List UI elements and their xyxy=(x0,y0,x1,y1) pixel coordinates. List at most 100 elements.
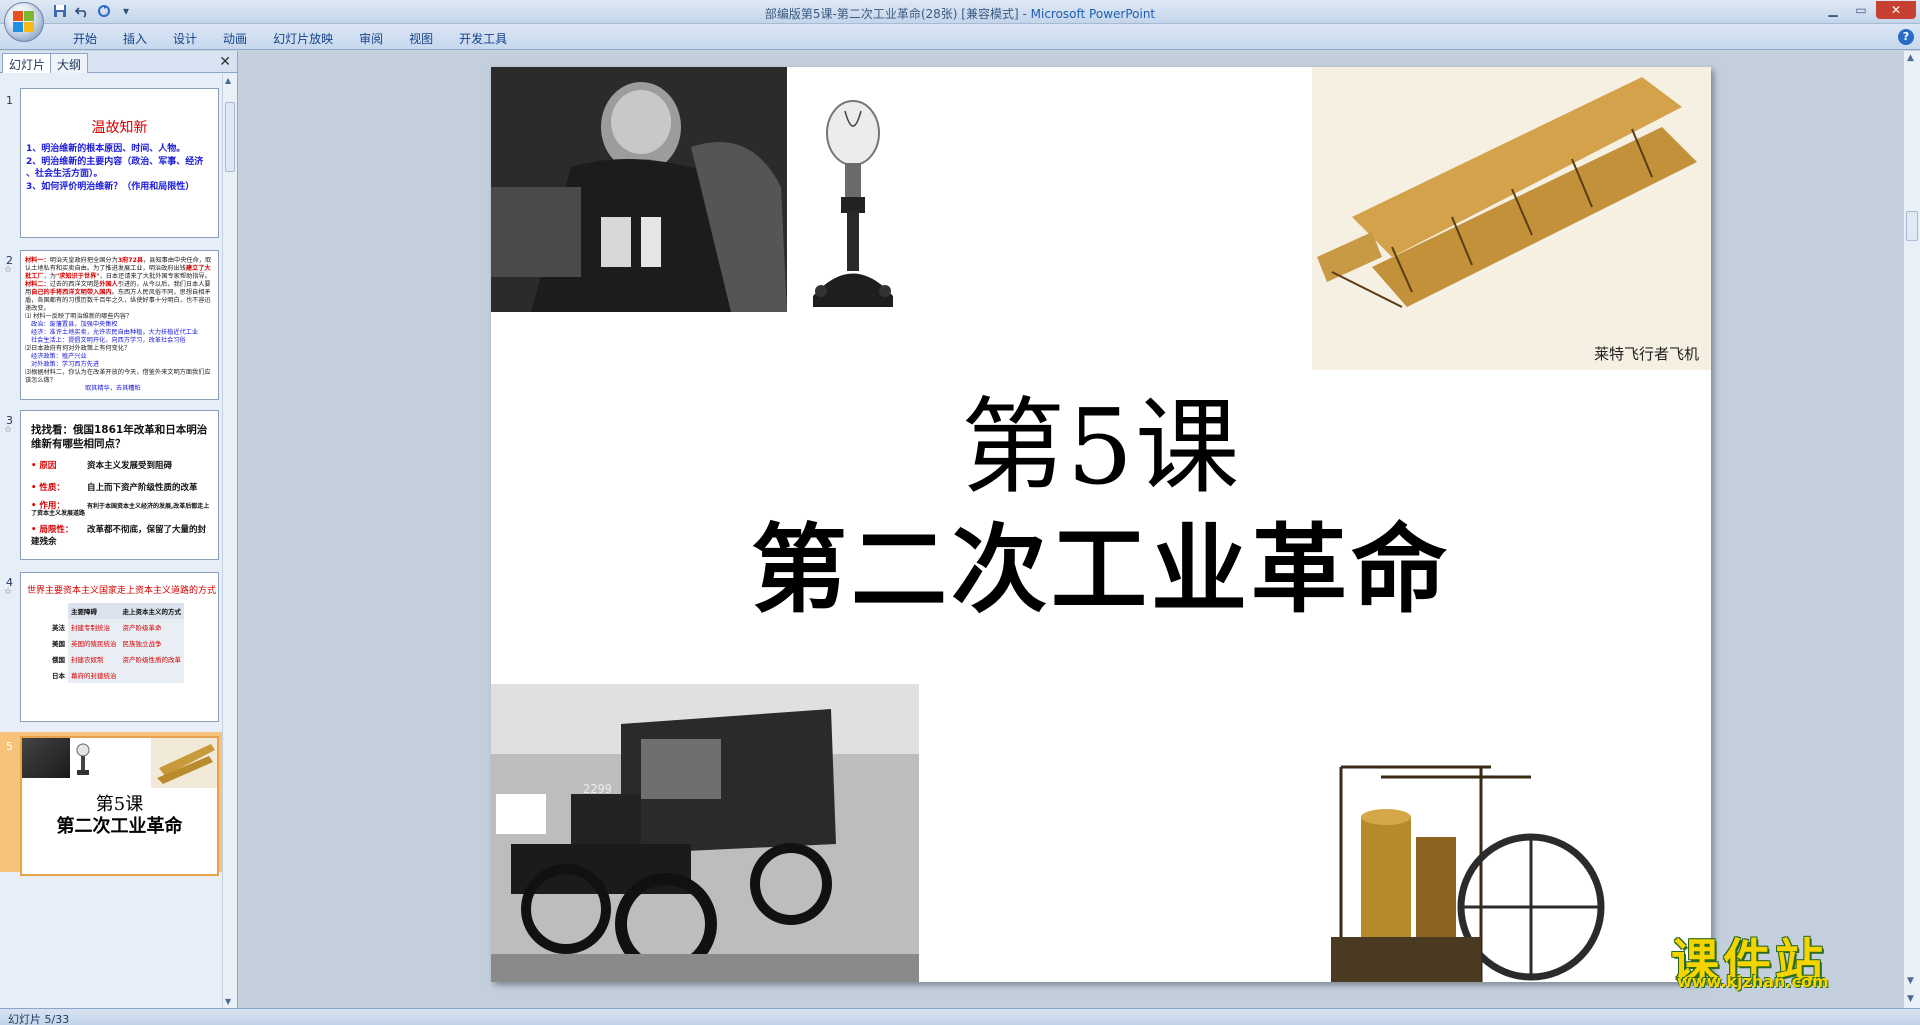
slide-title[interactable]: 第5课 xyxy=(491,362,1711,513)
plane-caption: 莱特飞行者飞机 xyxy=(1593,345,1699,363)
thumb-text-span: 自己的手将西洋文明带入国内 xyxy=(31,289,112,296)
thumb-image-edison xyxy=(22,738,70,778)
slide-thumbnail-4[interactable]: 4 ☆ 世界主要资本主义国家走上资本主义道路的方式 主要障碍 走上资本主义的方式… xyxy=(0,566,222,726)
slide-thumbnails: 1 温故知新 1、明治维新的根本原因、时间、人物。 2、明治维新的主要内容（政治… xyxy=(0,74,222,1008)
status-bar: 幻灯片 5/33 xyxy=(0,1008,1920,1025)
steam-engine-image xyxy=(1321,747,1621,982)
light-bulb-image xyxy=(801,81,901,313)
thumb-text: 材料一：明治天皇政府把全国分为3府72县，县知事由中央任命，取认土地私有和买卖自… xyxy=(25,257,214,393)
thumb-heading: 世界主要资本主义国家走上资本主义道路的方式 xyxy=(27,586,217,596)
tab-design[interactable]: 设计 xyxy=(160,30,210,47)
row-label: • 作用： xyxy=(31,501,65,511)
table-header: 走上资本主义的方式 xyxy=(119,603,184,619)
animation-star-icon: ☆ xyxy=(4,265,13,275)
row-label: • 性质： xyxy=(31,483,65,493)
tab-slides[interactable]: 幻灯片 xyxy=(2,53,53,73)
thumb-text-span: ，为 xyxy=(43,273,56,280)
row-label: 日本 xyxy=(49,667,68,683)
title-bar: ▾ 部编版第5课-第二次工业革命(28张) [兼容模式] - Microsoft… xyxy=(0,0,1920,42)
tab-home[interactable]: 开始 xyxy=(60,30,110,47)
tab-view[interactable]: 视图 xyxy=(396,30,446,47)
thumb-answer: 政治：废藩置县，加强中央集权 xyxy=(31,321,118,328)
table-cell: 幕府的封建统治 xyxy=(68,667,120,683)
thumb-line: 1、明治维新的根本原因、时间、人物。 xyxy=(26,144,186,154)
document-title: 部编版第5课-第二次工业革命(28张) [兼容模式] - xyxy=(764,7,1031,21)
table-corner xyxy=(49,603,68,619)
slide-number: 5 xyxy=(6,740,13,753)
main-scrollbar[interactable]: ▲ ▼ ▼ xyxy=(1903,51,1920,1008)
thumb-line: 3、如何评价明治维新？（作用和局限性） xyxy=(26,182,195,192)
thumb-question: ⑵日本政府有何对外政策上有何变化？ xyxy=(25,345,131,352)
animation-star-icon: ☆ xyxy=(4,425,13,435)
watermark: 课件站 www.kjzhan.com xyxy=(1665,922,1895,991)
thumb-preview: 世界主要资本主义国家走上资本主义道路的方式 主要障碍 走上资本主义的方式 英法 … xyxy=(20,572,219,722)
tab-insert[interactable]: 插入 xyxy=(110,30,160,47)
next-slide-icon[interactable]: ▼ xyxy=(1907,994,1914,1004)
thumb-image-bulb xyxy=(76,743,90,775)
slide-thumbnail-2[interactable]: 2 ☆ 材料一：明治天皇政府把全国分为3府72县，县知事由中央任命，取认土地私有… xyxy=(0,244,222,404)
thumb-text-span: 明治天皇政府把全国分为 xyxy=(49,257,118,264)
table-cell: 封建专制统治 xyxy=(68,619,120,635)
minimize-icon[interactable]: ▁ xyxy=(1820,1,1846,19)
slide-counter: 幻灯片 5/33 xyxy=(8,1013,70,1025)
thumb-preview: 温故知新 1、明治维新的根本原因、时间、人物。 2、明治维新的主要内容（政治、军… xyxy=(20,88,219,238)
close-panel-icon[interactable]: ✕ xyxy=(219,54,231,70)
thumb-text-span: 3府72县 xyxy=(117,257,144,264)
table-cell xyxy=(119,667,184,683)
tab-review[interactable]: 审阅 xyxy=(346,30,396,47)
window-controls: ▁ ▭ ✕ xyxy=(1820,1,1916,19)
license-plate: 2299 xyxy=(583,782,612,796)
office-logo-icon xyxy=(13,11,35,33)
thumb-row: • 性质： 自上而下资产阶级性质的改革 xyxy=(31,481,214,493)
thumb-title: 温故知新 xyxy=(91,120,148,136)
tab-outline[interactable]: 大纲 xyxy=(50,53,89,73)
slide-number: 1 xyxy=(6,94,13,107)
table-cell: 封建农奴制 xyxy=(68,651,120,667)
tab-animation[interactable]: 动画 xyxy=(210,30,260,47)
row-text: 自上而下资产阶级性质的改革 xyxy=(87,483,198,493)
row-label: 俄国 xyxy=(49,651,68,667)
table-cell: 资产阶级性质的改革 xyxy=(119,651,184,667)
thumb-text-span: 外国人 xyxy=(99,281,118,288)
model-t-car-photo: 2299 xyxy=(491,684,919,982)
panel-scrollbar[interactable]: ▲ ▼ xyxy=(222,74,237,1008)
help-icon[interactable]: ? xyxy=(1898,29,1914,45)
thumb-preview: 找找看：俄国1861年改革和日本明治维新有哪些相同点？ • 原因 资本主义发展受到… xyxy=(20,410,219,560)
tab-developer[interactable]: 开发工具 xyxy=(446,30,520,47)
current-slide[interactable]: 莱特飞行者飞机 第5课 第二次工业革命 2299 xyxy=(491,67,1711,982)
row-label: 美国 xyxy=(49,635,68,651)
row-label: 英法 xyxy=(49,619,68,635)
scrollbar-thumb[interactable] xyxy=(225,102,235,172)
scroll-up-icon[interactable]: ▲ xyxy=(1907,53,1914,63)
scroll-up-icon[interactable]: ▲ xyxy=(225,76,231,85)
scroll-down-icon[interactable]: ▼ xyxy=(1907,976,1914,986)
maximize-icon[interactable]: ▭ xyxy=(1848,1,1874,19)
slide-thumbnail-3[interactable]: 3 ☆ 找找看：俄国1861年改革和日本明治维新有哪些相同点？ • 原因 资本主义… xyxy=(0,404,222,564)
row-label: • 原因 xyxy=(31,461,57,471)
thumb-preview: 第5课 第二次工业革命 xyxy=(20,736,219,876)
slides-panel: 幻灯片 大纲 ✕ 1 温故知新 1、明治维新的根本原因、时间、人物。 2、明治维… xyxy=(0,51,238,1008)
material-label: 材料二： xyxy=(25,281,50,288)
wright-flyer-image: 莱特飞行者飞机 xyxy=(1312,67,1711,370)
thumb-image-plane xyxy=(151,738,217,788)
office-button[interactable] xyxy=(4,2,44,42)
thumb-answer: 社会生活上：提倡文明开化，向西方学习，改革社会习俗 xyxy=(31,337,186,344)
slide-thumbnail-1[interactable]: 1 温故知新 1、明治维新的根本原因、时间、人物。 2、明治维新的主要内容（政治… xyxy=(0,74,222,238)
thumb-text-span: "求知识于世界" xyxy=(55,273,100,280)
tab-slideshow[interactable]: 幻灯片放映 xyxy=(260,30,346,47)
row-label: • 局限性： xyxy=(31,525,74,535)
thumb-preview: 材料一：明治天皇政府把全国分为3府72县，县知事由中央任命，取认土地私有和买卖自… xyxy=(20,250,219,400)
slide-thumbnail-5[interactable]: 5 第5课 第二次工业革命 xyxy=(0,732,222,876)
edison-photo xyxy=(491,67,787,312)
close-window-icon[interactable]: ✕ xyxy=(1876,1,1916,19)
scroll-down-icon[interactable]: ▼ xyxy=(225,997,231,1006)
watermark-url: www.kjzhan.com xyxy=(1677,972,1829,991)
slide-subtitle[interactable]: 第二次工业革命 xyxy=(491,492,1711,631)
thumb-heading: 找找看：俄国1861年改革和日本明治维新有哪些相同点？ xyxy=(31,424,208,450)
row-text: 资本主义发展受到阻碍 xyxy=(87,461,173,471)
thumb-subtitle: 第二次工业革命 xyxy=(56,816,183,837)
scrollbar-thumb[interactable] xyxy=(1906,211,1918,241)
thumb-text-span: 过去的西洋文明是 xyxy=(49,281,100,288)
thumb-line: 、社会生活方面）。 xyxy=(26,169,103,179)
thumb-answer: 经济政策：殖产兴业 xyxy=(31,353,87,360)
